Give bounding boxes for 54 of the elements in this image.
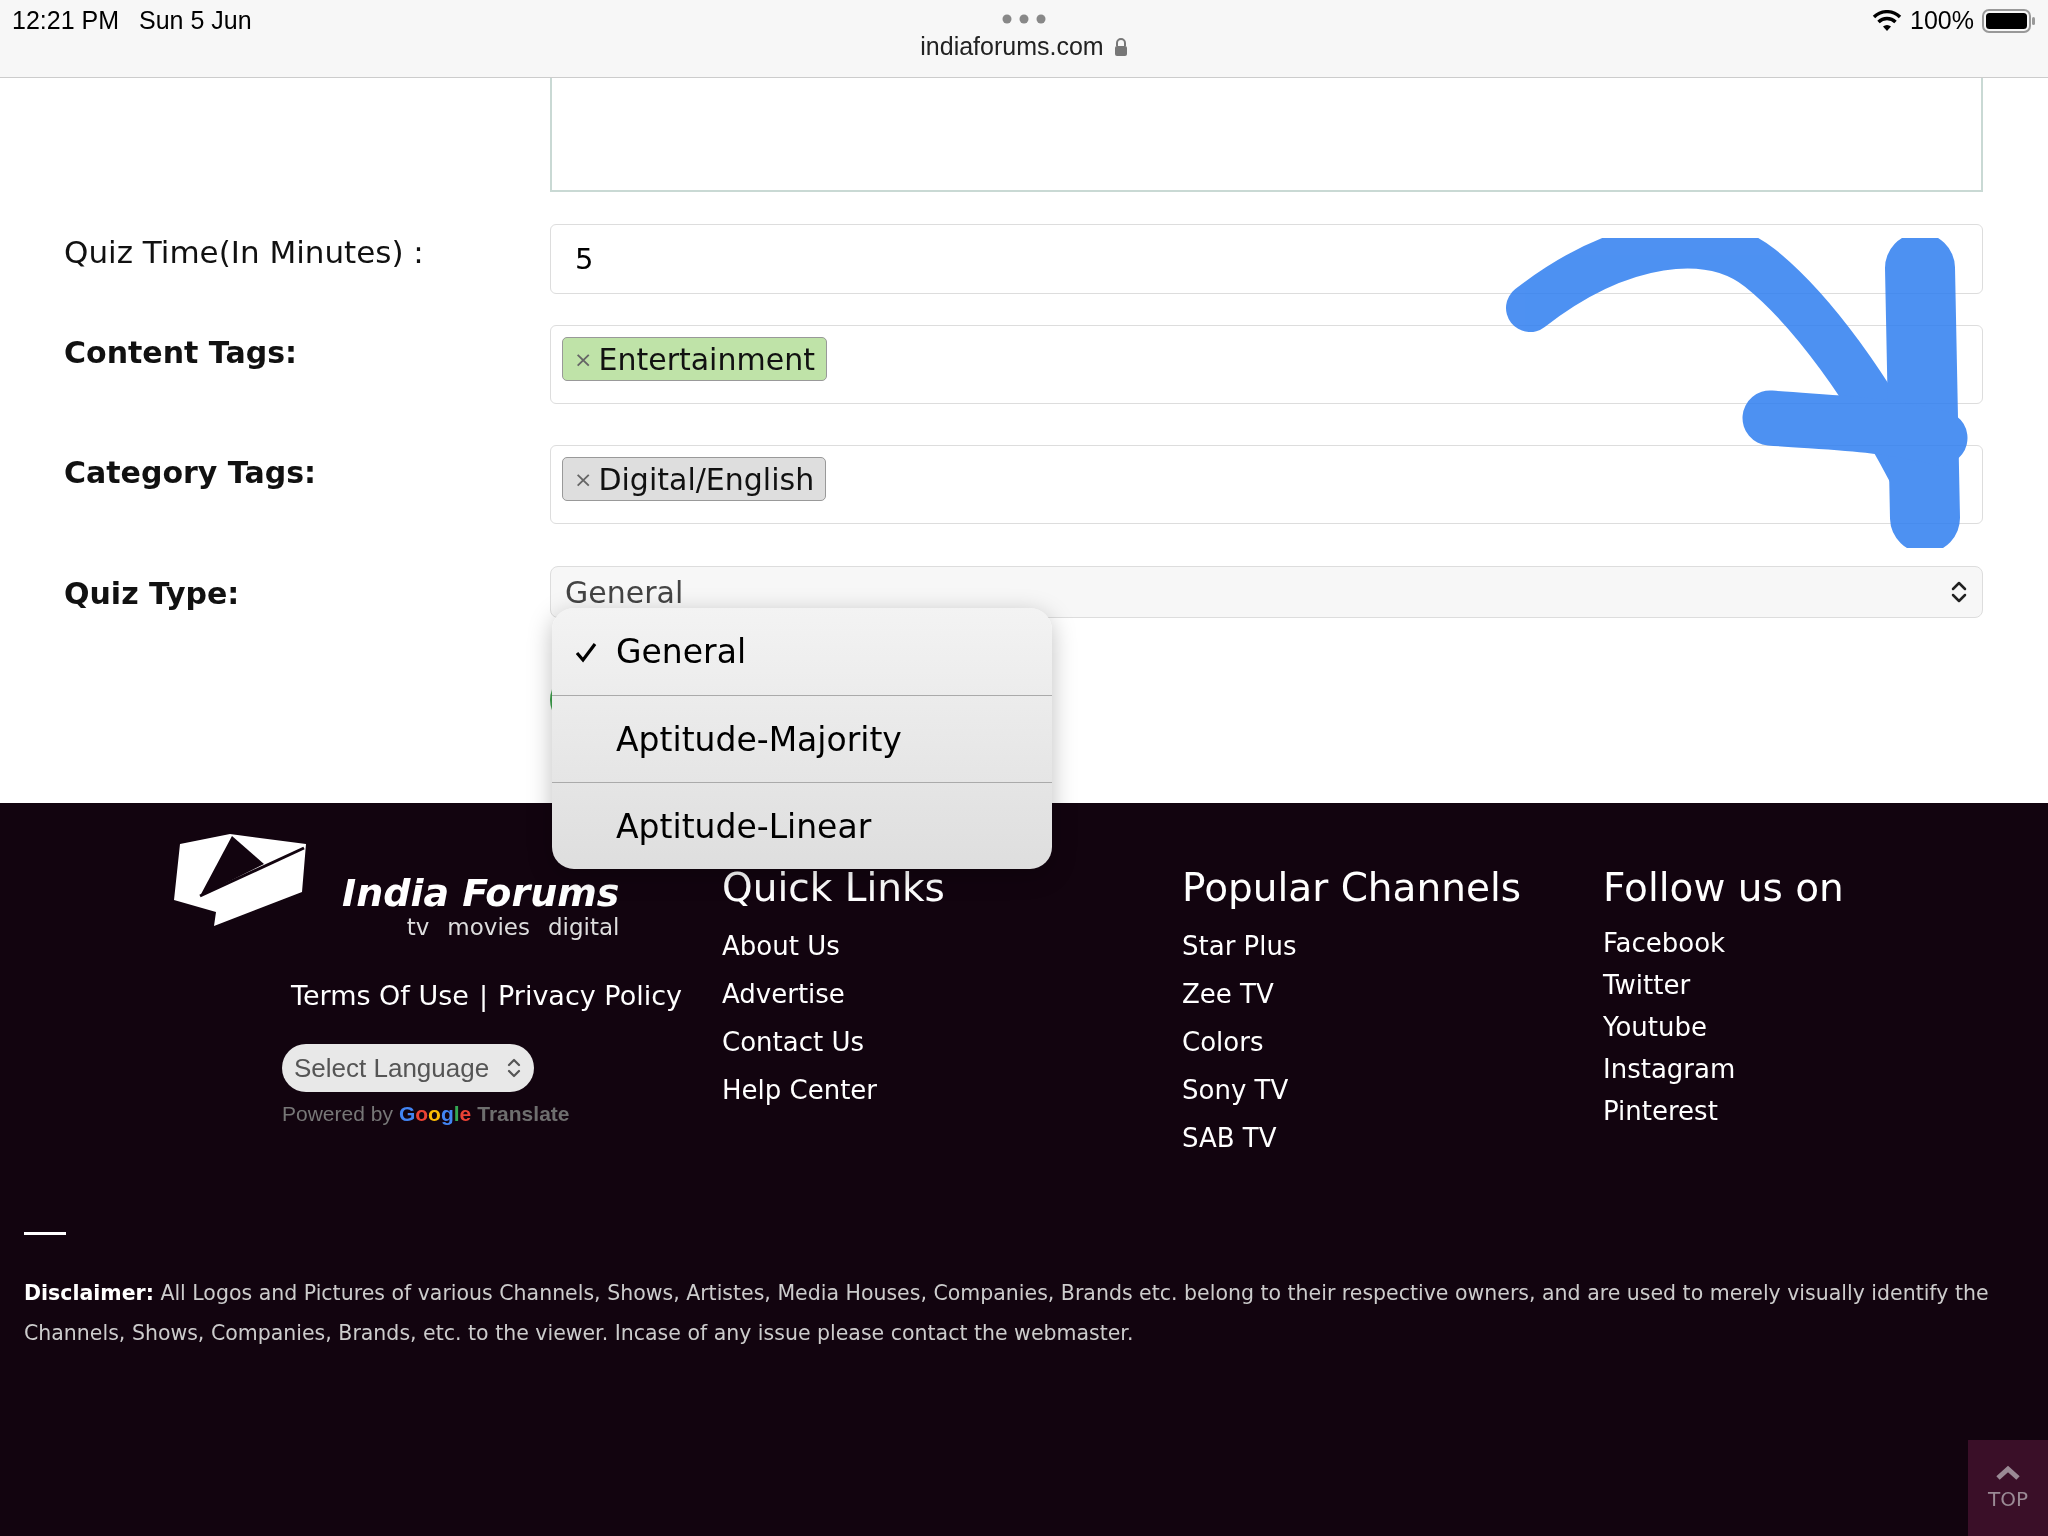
google-logo: Google bbox=[398, 1102, 472, 1126]
address-text[interactable]: indiaforums.com bbox=[920, 32, 1104, 61]
footer-link[interactable]: Contact Us bbox=[722, 1018, 864, 1066]
chevron-updown-icon bbox=[1950, 580, 1968, 604]
footer-link[interactable]: Colors bbox=[1182, 1018, 1264, 1066]
footer-link[interactable]: Terms Of Use bbox=[291, 980, 469, 1011]
footer-link[interactable]: Twitter bbox=[1603, 964, 1691, 1006]
battery-text: 100% bbox=[1910, 6, 1974, 35]
translate-link[interactable]: Translate bbox=[477, 1102, 570, 1126]
field-label: Content Tags: bbox=[64, 335, 297, 370]
footer-link[interactable]: Youtube bbox=[1603, 1006, 1707, 1048]
footer-link[interactable]: Facebook bbox=[1603, 922, 1726, 964]
caret-up-icon bbox=[1995, 1465, 2021, 1481]
back-to-top-button[interactable]: TOP bbox=[1968, 1440, 2048, 1536]
lock-icon bbox=[1113, 37, 1128, 56]
logo-title: India Forums bbox=[342, 872, 620, 914]
field-label: Category Tags: bbox=[64, 455, 316, 490]
footer-link[interactable]: Star Plus bbox=[1182, 922, 1297, 970]
footer-link[interactable]: Zee TV bbox=[1182, 970, 1274, 1018]
dropdown-option[interactable]: Aptitude-Majority bbox=[552, 695, 1052, 782]
tag-label: Entertainment bbox=[598, 341, 815, 377]
footer-heading: Popular Channels bbox=[1182, 865, 1523, 910]
status-date: Sun 5 Jun bbox=[139, 6, 252, 35]
more-icon[interactable] bbox=[1002, 14, 1046, 24]
battery-icon bbox=[1982, 8, 2036, 33]
footer-link[interactable]: Sony TV bbox=[1182, 1066, 1289, 1114]
remove-tag-button[interactable]: × bbox=[574, 346, 593, 372]
dropdown-option[interactable]: Aptitude-Linear bbox=[552, 782, 1052, 869]
footer-link[interactable]: Advertise bbox=[722, 970, 845, 1018]
footer-link[interactable]: SAB TV bbox=[1182, 1114, 1277, 1162]
status-time: 12:21 PM bbox=[12, 6, 119, 35]
footer-heading: Follow us on bbox=[1603, 865, 1844, 910]
disclaimer-text: Disclaimer: All Logos and Pictures of various Channels, Shows, Artistes, Media Houses, Companies, Brands etc. belong to their respective owners, and are used to merely visually identify the Channels, Shows, Companies, Brands, etc. to the viewer. Incase of any issue please contact the webmaster. bbox=[24, 1280, 1990, 1347]
logo-tagline: tv bbox=[406, 914, 430, 940]
tag-label: Digital/English bbox=[598, 461, 815, 497]
footer-link[interactable]: Help Center bbox=[722, 1066, 878, 1114]
field-label: Quiz Time(In Minutes) : bbox=[64, 234, 424, 270]
footer-link[interactable]: Pinterest bbox=[1603, 1090, 1718, 1132]
tag-field[interactable]: × Entertainment bbox=[550, 325, 1983, 404]
logo-tagline: digital bbox=[547, 914, 620, 940]
logo-tagline: movies bbox=[447, 914, 530, 940]
footer-link[interactable]: Instagram bbox=[1603, 1048, 1736, 1090]
field-label: Quiz Type: bbox=[64, 576, 240, 611]
chevron-updown-icon bbox=[506, 1057, 522, 1079]
footer-link[interactable]: Privacy Policy bbox=[498, 980, 682, 1011]
input-field[interactable]: 5 bbox=[550, 224, 1983, 294]
select-field[interactable]: General bbox=[550, 566, 1983, 618]
remove-tag-button[interactable]: × bbox=[574, 466, 593, 492]
separator-text: | bbox=[478, 980, 488, 1011]
footer-link[interactable]: About Us bbox=[722, 922, 840, 970]
powered-by-text: Powered by bbox=[282, 1102, 393, 1126]
language-select[interactable]: Select Language bbox=[282, 1044, 534, 1092]
tag-field[interactable]: × Digital/English bbox=[550, 445, 1983, 524]
wifi-icon bbox=[1872, 9, 1903, 32]
